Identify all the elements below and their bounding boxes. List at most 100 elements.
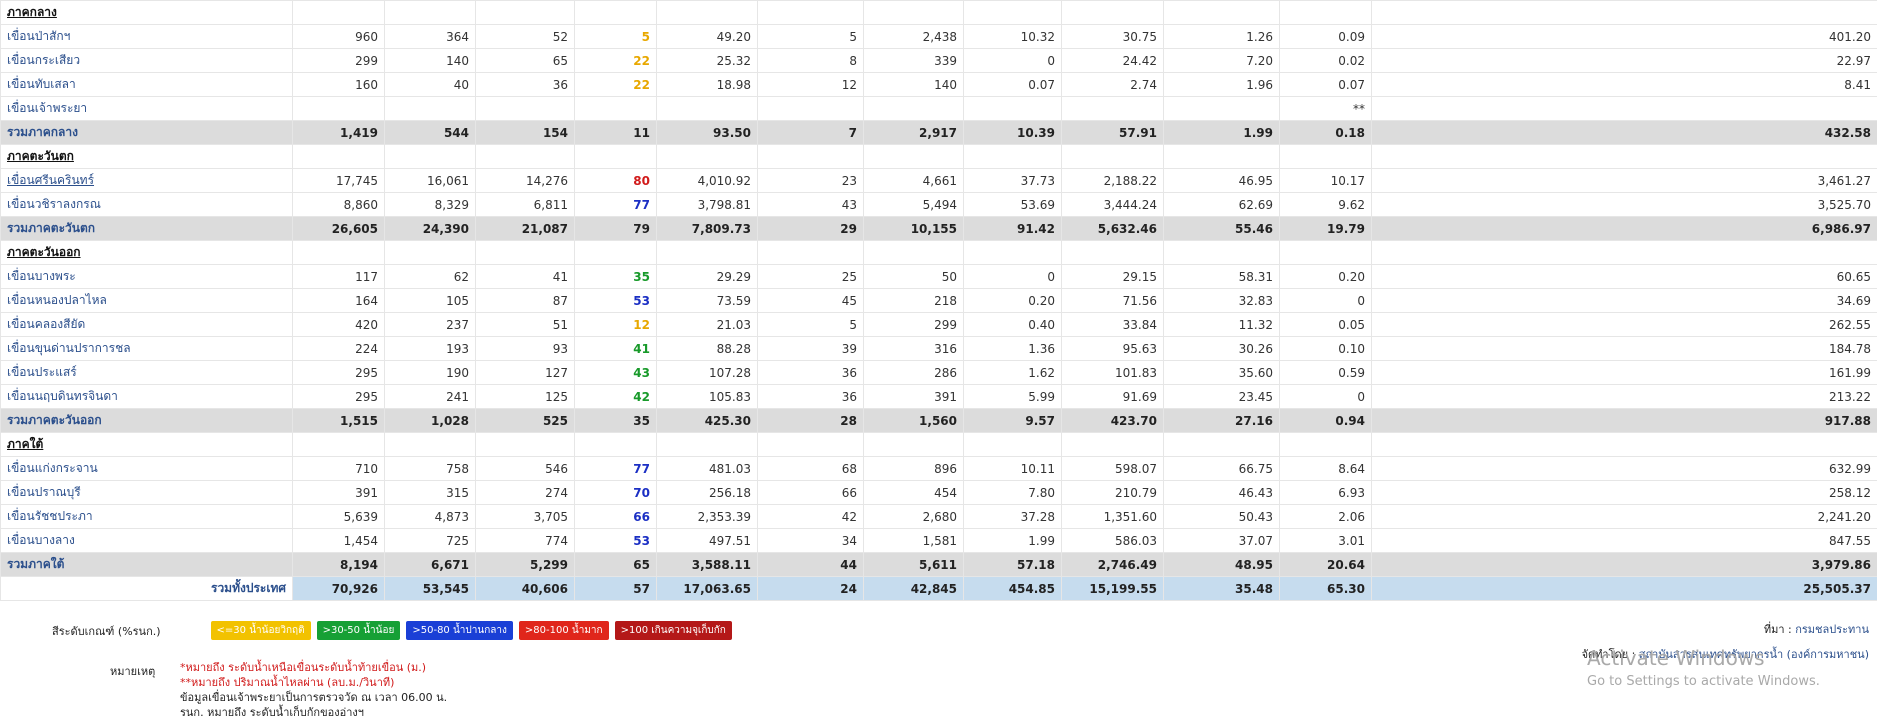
table-cell: 9.57 (963, 408, 1062, 433)
table-cell: ** (1279, 96, 1372, 121)
dam-name-link[interactable]: เขื่อนป่าสักฯ (0, 24, 293, 49)
table-cell: 117 (292, 264, 385, 289)
table-cell: 5 (757, 24, 864, 49)
table-cell (384, 96, 476, 121)
table-cell: 481.03 (656, 456, 758, 481)
dam-row: เขื่อนศรีนครินทร์ 17,745 16,061 14,276 80 4,0… (0, 168, 1877, 193)
dam-name-link[interactable]: เขื่อนเจ้าพระยา (0, 96, 293, 121)
table-cell: 35 (574, 264, 657, 289)
activate-subtitle: Go to Settings to activate Windows. (1587, 674, 1820, 689)
table-cell: 17,745 (292, 168, 385, 193)
table-cell: 33.84 (1061, 312, 1164, 337)
dam-name-link[interactable]: เขื่อนประแสร์ (0, 360, 293, 385)
table-cell: 3,979.86 (1371, 552, 1877, 577)
table-cell: 12 (757, 72, 864, 97)
table-cell: 30.75 (1061, 24, 1164, 49)
table-cell: 23.45 (1163, 384, 1280, 409)
table-cell: 391 (863, 384, 964, 409)
table-cell (757, 0, 864, 25)
table-cell: 48.95 (1163, 552, 1280, 577)
table-cell: 70,926 (292, 576, 385, 601)
table-cell: 39 (757, 336, 864, 361)
table-cell: 6,811 (475, 192, 575, 217)
table-cell (757, 432, 864, 457)
table-cell: 51 (475, 312, 575, 337)
row-label: รวมภาคกลาง (0, 120, 293, 145)
table-cell (1163, 240, 1280, 265)
table-cell: 7 (757, 120, 864, 145)
table-cell (1061, 240, 1164, 265)
table-cell: 241 (384, 384, 476, 409)
dam-name-link[interactable]: เขื่อนคลองสียัด (0, 312, 293, 337)
table-cell: 0 (963, 264, 1062, 289)
table-cell: 2.74 (1061, 72, 1164, 97)
legend-badge-low: >30-50 น้ำน้อย (316, 621, 401, 640)
table-cell (1061, 432, 1164, 457)
table-cell: 5,639 (292, 504, 385, 529)
table-cell: 2,680 (863, 504, 964, 529)
dam-name-link[interactable]: เขื่อนศรีนครินทร์ (0, 168, 293, 193)
table-cell: 160 (292, 72, 385, 97)
table-cell: 10,155 (863, 216, 964, 241)
table-cell: 1.96 (1163, 72, 1280, 97)
table-cell: 24,390 (384, 216, 476, 241)
table-cell: 34.69 (1371, 288, 1877, 313)
table-cell (963, 0, 1062, 25)
table-cell: 53 (574, 288, 657, 313)
dam-name-link[interactable]: เขื่อนกระเสียว (0, 48, 293, 73)
dam-name-link[interactable]: เขื่อนหนองปลาไหล (0, 288, 293, 313)
table-cell: 256.18 (656, 480, 758, 505)
table-cell (384, 432, 476, 457)
table-cell: 79 (574, 216, 657, 241)
dam-name-link[interactable]: เขื่อนรัชชประภา (0, 504, 293, 529)
dam-row: เขื่อนประแสร์ 295 190 127 43 107.28 36 286 1.62 1… (0, 360, 1877, 385)
table-cell: 37.73 (963, 168, 1062, 193)
table-cell: 5 (574, 24, 657, 49)
dam-name-link[interactable]: เขื่อนบางพระ (0, 264, 293, 289)
table-cell (475, 96, 575, 121)
table-cell: 4,873 (384, 504, 476, 529)
table-cell: 32.83 (1163, 288, 1280, 313)
table-cell: 105 (384, 288, 476, 313)
table-cell: 87 (475, 288, 575, 313)
table-cell: 423.70 (1061, 408, 1164, 433)
legend-badge-overcapacity: >100 เกินความจุเก็บกัก (614, 621, 732, 640)
dam-name-link[interactable]: เขื่อนปราณบุรี (0, 480, 293, 505)
table-cell: 725 (384, 528, 476, 553)
table-cell: 420 (292, 312, 385, 337)
table-cell (1061, 96, 1164, 121)
table-cell: 8.41 (1371, 72, 1877, 97)
dam-name-link[interactable]: เขื่อนแก่งกระจาน (0, 456, 293, 481)
source-link[interactable]: กรมชลประทาน (1795, 623, 1869, 636)
dam-name-link[interactable]: เขื่อนทับเสลา (0, 72, 293, 97)
table-cell: 1,560 (863, 408, 964, 433)
table-cell: 70 (574, 480, 657, 505)
table-cell: 11.32 (1163, 312, 1280, 337)
table-cell (292, 96, 385, 121)
dam-name-link[interactable]: เขื่อนวชิราลงกรณ (0, 192, 293, 217)
table-cell (1279, 240, 1372, 265)
dam-name-link[interactable]: เขื่อนบางลาง (0, 528, 293, 553)
table-cell: 710 (292, 456, 385, 481)
dam-name-link[interactable]: เขื่อนขุนด่านปราการชล (0, 336, 293, 361)
table-cell: 140 (384, 48, 476, 73)
table-cell: 53 (574, 528, 657, 553)
table-cell (863, 240, 964, 265)
dam-name-link[interactable]: เขื่อนนฤบดินทรจินดา (0, 384, 293, 409)
table-cell: 91.69 (1061, 384, 1164, 409)
table-cell: 46.95 (1163, 168, 1280, 193)
table-cell: 7,809.73 (656, 216, 758, 241)
table-cell: 24 (757, 576, 864, 601)
dam-row: เขื่อนนฤบดินทรจินดา 295 241 125 42 105.83 36 39… (0, 384, 1877, 409)
table-cell: 28 (757, 408, 864, 433)
table-cell: 80 (574, 168, 657, 193)
table-cell: 8 (757, 48, 864, 73)
table-cell: 25,505.37 (1371, 576, 1877, 601)
table-cell: 7.80 (963, 480, 1062, 505)
table-cell: 0 (963, 48, 1062, 73)
table-cell (1163, 96, 1280, 121)
table-cell (963, 96, 1062, 121)
table-cell: 37.07 (1163, 528, 1280, 553)
table-cell: 57 (574, 576, 657, 601)
table-cell: 23 (757, 168, 864, 193)
